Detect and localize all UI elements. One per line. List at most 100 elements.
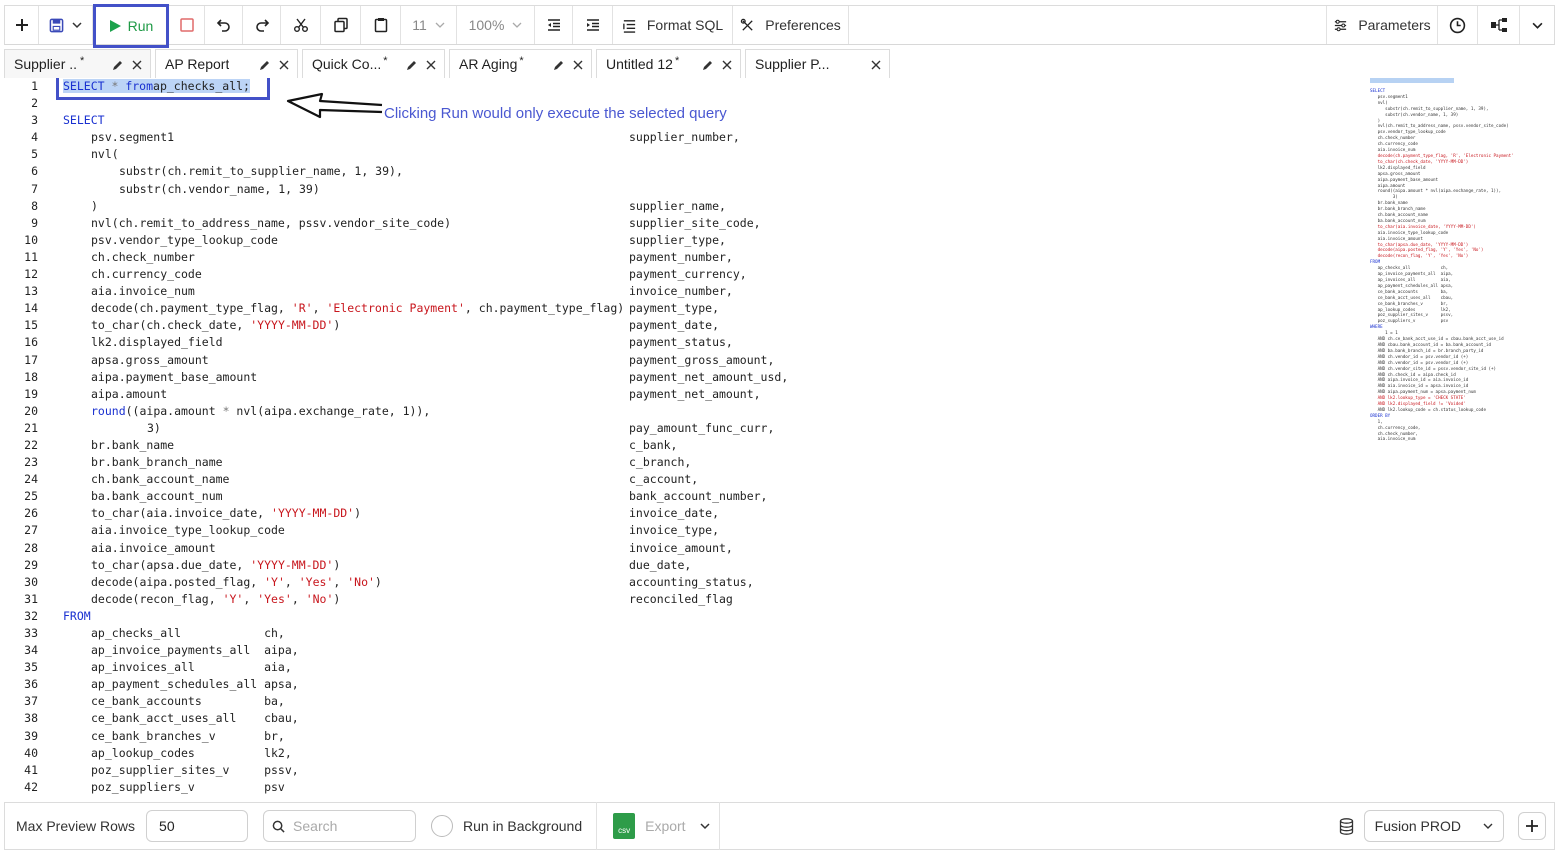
code-line[interactable]: ap_invoices_all aia, [63,659,624,676]
column-alias: pay_amount_func_curr, [629,420,775,435]
column-alias: due_date, [629,557,692,572]
font-size-select[interactable]: 11 [401,6,457,44]
editor-scrollbar[interactable] [1549,78,1555,798]
tab-label: AR Aging [459,56,518,72]
close-icon[interactable] [573,60,583,70]
stop-button[interactable] [169,6,205,44]
column-alias: c_account, [629,472,699,487]
line-number: 35 [24,660,38,675]
copy-button[interactable] [321,6,361,44]
new-button[interactable] [5,6,39,44]
code-line[interactable]: ch.currency_code payment_currency, [63,266,747,283]
code-line[interactable]: ap_payment_schedules_all apsa, [63,676,624,693]
paste-button[interactable] [361,6,401,44]
parameters-button[interactable]: Parameters [1326,6,1438,44]
code-line[interactable]: aia.invoice_amount invoice_amount, [63,540,733,557]
tab-supplier[interactable]: Supplier ... * [4,49,151,78]
close-icon[interactable] [722,60,732,70]
edit-icon[interactable] [112,59,124,71]
cut-button[interactable] [281,6,321,44]
indent-button[interactable] [573,6,613,44]
code-line[interactable]: decode(ch.payment_type_flag, 'R', 'Elect… [63,300,719,317]
code-line[interactable]: ce_bank_accounts ba, [63,693,624,710]
code-line[interactable]: to_char(apsa.due_date, 'YYYY-MM-DD') due_… [63,557,691,574]
code-line[interactable]: ) supplier_name, [63,198,726,215]
code-line[interactable]: poz_supplier_sites_v pssv, [63,762,624,779]
editor-tabs: Supplier ... * AP Report Quick Co... * AR … [4,49,894,78]
tab-ar-aging[interactable]: AR Aging * [449,49,592,78]
search-input[interactable]: Search [263,810,417,842]
line-number: 25 [24,489,38,504]
tab-quick-co[interactable]: Quick Co... * [302,49,445,78]
code-text: aia.invoice_amount [91,540,216,555]
code-line[interactable]: ce_bank_branches_v br, [63,728,624,745]
close-icon[interactable] [871,60,881,70]
code-line[interactable]: to_char(aia.invoice_date, 'YYYY-MM-DD') i… [63,505,719,522]
edit-icon[interactable] [259,59,271,71]
code-line[interactable]: br.bank_name c_bank, [63,437,677,454]
code-line[interactable]: ch.bank_account_name c_account, [63,471,698,488]
sliders-icon [1335,19,1347,31]
close-icon[interactable] [132,60,142,70]
code-editor[interactable]: 1 2 3 4 5 6 7 8 9 10 11 12 13 14 15 16 17 18 19 20 21 22 23 24 2… [4,78,1555,798]
code-line[interactable]: psv.segment1 supplier_number, [63,129,740,146]
code-line[interactable]: apsa.gross_amount payment_gross_amount, [63,352,774,369]
code-line[interactable]: 3) pay_amount_func_curr, [63,420,774,437]
code-line[interactable]: psv.vendor_type_lookup_code supplier_type… [63,232,726,249]
code-line[interactable]: ba.bank_account_num bank_account_number, [63,488,767,505]
code-line[interactable]: poz_suppliers_v psv [63,779,624,796]
code-text: aia.invoice_num [91,284,195,299]
environment-select[interactable]: Fusion PROD [1363,810,1504,842]
code-area[interactable]: SELECT * fromap_checks_all; SELECT psv.seg… [63,78,788,796]
redo-button[interactable] [243,6,281,44]
edit-icon[interactable] [406,59,418,71]
code-line[interactable]: FROM [63,608,624,625]
more-menu-button[interactable] [1520,6,1554,44]
line-number: 2 [31,96,38,111]
tab-untitled-12[interactable]: Untitled 12 * [596,49,741,78]
code-line[interactable]: ap_invoice_payments_all aipa, [63,642,624,659]
code-line[interactable]: br.bank_branch_name c_branch, [63,454,691,471]
column-alias: c_bank, [629,437,678,452]
code-line[interactable]: ch.check_number payment_number, [63,249,733,266]
preferences-button[interactable]: Preferences [733,6,849,44]
code-line[interactable]: lk2.displayed_field payment_status, [63,334,733,351]
code-line[interactable]: nvl(ch.remit_to_address_name, pssv.vendo… [63,215,761,232]
export-button[interactable]: csv Export [596,802,721,850]
format-sql-button[interactable]: Format SQL [613,6,733,44]
edit-icon[interactable] [702,59,714,71]
code-text: ch.bank_account_name [91,472,230,487]
line-number: 23 [24,455,38,470]
edit-icon[interactable] [553,59,565,71]
zoom-select[interactable]: 100% [457,6,535,44]
outdent-button[interactable] [535,6,573,44]
code-line[interactable]: aipa.payment_base_amount payment_net_amou… [63,369,788,386]
code-minimap[interactable]: SELECT psv.segment1 nvl( substr(ch.remit… [1370,78,1550,458]
close-icon[interactable] [279,60,289,70]
code-line[interactable]: round((aipa.amount * nvl(aipa.exchange_r… [63,403,624,420]
max-preview-rows-input[interactable]: 50 [146,810,249,842]
code-line[interactable]: substr(ch.remit_to_supplier_name, 1, 39)… [63,163,624,180]
run-button[interactable]: Run [93,4,169,48]
undo-button[interactable] [205,6,243,44]
add-connection-button[interactable] [1518,812,1546,840]
code-line[interactable]: aia.invoice_num invoice_number, [63,283,733,300]
code-line[interactable]: ce_bank_acct_uses_all cbau, [63,710,624,727]
code-line[interactable]: ap_lookup_codes lk2, [63,745,624,762]
tab-ap-report[interactable]: AP Report [155,49,298,78]
code-line[interactable]: substr(ch.vendor_name, 1, 39) [63,181,624,198]
code-line[interactable]: aipa.amount payment_net_amount, [63,386,761,403]
code-line[interactable]: decode(aipa.posted_flag, 'Y', 'Yes', 'No… [63,574,754,591]
line-number: 27 [24,523,38,538]
schema-tree-button[interactable] [1478,6,1520,44]
save-button[interactable] [39,6,93,44]
tab-supplier-p[interactable]: Supplier P... [745,49,890,78]
run-in-background-toggle[interactable] [431,815,454,837]
code-line[interactable]: ap_checks_all ch, [63,625,624,642]
code-line[interactable]: nvl( [63,146,624,163]
history-button[interactable] [1438,6,1478,44]
code-line[interactable]: decode(recon_flag, 'Y', 'Yes', 'No') reco… [63,591,733,608]
code-line[interactable]: aia.invoice_type_lookup_code invoice_type… [63,522,719,539]
close-icon[interactable] [426,60,436,70]
code-line[interactable]: to_char(ch.check_date, 'YYYY-MM-DD') paym… [63,317,719,334]
